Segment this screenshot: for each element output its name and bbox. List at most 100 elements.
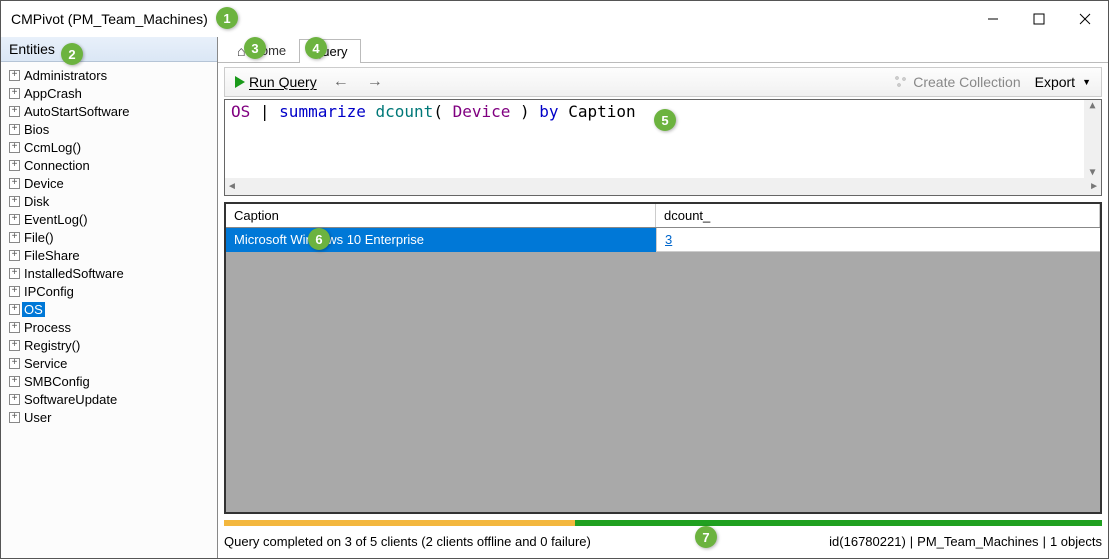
tree-item[interactable]: +Device — [5, 174, 217, 192]
tab-home[interactable]: ⌂ Home — [224, 38, 299, 62]
token-sep: | — [250, 102, 279, 121]
tree-item-label: Device — [22, 176, 66, 191]
column-header-caption[interactable]: Caption — [226, 204, 656, 227]
expand-icon[interactable]: + — [9, 232, 20, 243]
tree-item[interactable]: +FileShare — [5, 246, 217, 264]
export-button[interactable]: Export ▼ — [1031, 72, 1095, 92]
expand-icon[interactable]: + — [9, 358, 20, 369]
tree-item[interactable]: +EventLog() — [5, 210, 217, 228]
status-message: Query completed on 3 of 5 clients (2 cli… — [224, 534, 829, 549]
tree-item[interactable]: +File() — [5, 228, 217, 246]
minimize-button[interactable] — [970, 1, 1016, 37]
cell-dcount-link[interactable]: 3 — [656, 228, 1100, 252]
tree-item[interactable]: +InstalledSoftware — [5, 264, 217, 282]
expand-icon[interactable]: + — [9, 178, 20, 189]
tree-item-label: Process — [22, 320, 73, 335]
tree-item[interactable]: +AppCrash — [5, 84, 217, 102]
create-collection-button[interactable]: Create Collection — [889, 72, 1024, 92]
tab-query[interactable]: Query — [299, 39, 360, 63]
nav-forward-button[interactable]: → — [361, 73, 389, 91]
token-entity: OS — [231, 102, 250, 121]
column-header-dcount[interactable]: dcount_ — [656, 204, 1100, 227]
entities-tree[interactable]: +Administrators+AppCrash+AutoStartSoftwa… — [1, 62, 217, 558]
entities-header: Entities — [1, 37, 217, 62]
tree-item[interactable]: +Disk — [5, 192, 217, 210]
editor-scrollbar-vertical[interactable]: ▲▼ — [1084, 100, 1101, 178]
nav-back-button[interactable]: ← — [327, 73, 355, 91]
tab-query-label: Query — [312, 44, 347, 59]
expand-icon[interactable]: + — [9, 286, 20, 297]
tree-item-label: OS — [22, 302, 45, 317]
tab-home-label: Home — [251, 43, 286, 58]
tree-item-label: AutoStartSoftware — [22, 104, 132, 119]
expand-icon[interactable]: + — [9, 106, 20, 117]
collection-icon — [893, 74, 909, 90]
tree-item-label: InstalledSoftware — [22, 266, 126, 281]
expand-icon[interactable]: + — [9, 88, 20, 99]
expand-icon[interactable]: + — [9, 214, 20, 225]
status-sep: | — [910, 534, 913, 549]
toolbar: Run Query ← → Create Collection Export ▼ — [224, 67, 1102, 97]
tree-item[interactable]: +User — [5, 408, 217, 426]
results-header-row: Caption dcount_ — [226, 204, 1100, 228]
results-grid: Caption dcount_ Microsoft Windows 10 Ent… — [224, 202, 1102, 514]
token-device: Device — [453, 102, 511, 121]
progress-offline-segment — [224, 520, 575, 526]
expand-icon[interactable]: + — [9, 160, 20, 171]
tree-item[interactable]: +SoftwareUpdate — [5, 390, 217, 408]
maximize-button[interactable] — [1016, 1, 1062, 37]
close-button[interactable] — [1062, 1, 1108, 37]
table-row[interactable]: Microsoft Windows 10 Enterprise 3 — [226, 228, 1100, 252]
expand-icon[interactable]: + — [9, 340, 20, 351]
status-sep: | — [1043, 534, 1046, 549]
tree-item[interactable]: +CcmLog() — [5, 138, 217, 156]
app-window: CMPivot (PM_Team_Machines) Entities +Adm… — [0, 0, 1109, 559]
query-editor[interactable]: OS | summarize dcount( Device ) by Capti… — [225, 100, 1101, 178]
editor-scrollbar-horizontal[interactable]: ◄► — [225, 178, 1101, 195]
tree-item-label: Bios — [22, 122, 51, 137]
tree-item-label: Administrators — [22, 68, 109, 83]
tab-bar: ⌂ Home Query — [218, 37, 1108, 63]
tree-item-label: Service — [22, 356, 69, 371]
cell-caption: Microsoft Windows 10 Enterprise — [226, 228, 656, 252]
scroll-right-icon: ► — [1089, 181, 1099, 192]
titlebar: CMPivot (PM_Team_Machines) — [1, 1, 1108, 37]
tree-item[interactable]: +Bios — [5, 120, 217, 138]
tree-item-label: Registry() — [22, 338, 82, 353]
tree-item[interactable]: +Registry() — [5, 336, 217, 354]
expand-icon[interactable]: + — [9, 124, 20, 135]
tree-item[interactable]: +AutoStartSoftware — [5, 102, 217, 120]
run-query-button[interactable]: Run Query — [231, 72, 321, 92]
expand-icon[interactable]: + — [9, 250, 20, 261]
expand-icon[interactable]: + — [9, 304, 20, 315]
tree-item[interactable]: +IPConfig — [5, 282, 217, 300]
tree-item-label: FileShare — [22, 248, 82, 263]
tree-item[interactable]: +SMBConfig — [5, 372, 217, 390]
expand-icon[interactable]: + — [9, 322, 20, 333]
tree-item[interactable]: +Process — [5, 318, 217, 336]
tree-item[interactable]: +OS — [5, 300, 217, 318]
tree-item[interactable]: +Service — [5, 354, 217, 372]
tree-item-label: Connection — [22, 158, 92, 173]
tree-item[interactable]: +Connection — [5, 156, 217, 174]
token-dcount: dcount — [376, 102, 434, 121]
results-empty-area — [226, 252, 1100, 512]
token-caption: Caption — [568, 102, 635, 121]
expand-icon[interactable]: + — [9, 376, 20, 387]
entities-panel: Entities +Administrators+AppCrash+AutoSt… — [1, 37, 218, 558]
tree-item[interactable]: +Administrators — [5, 66, 217, 84]
progress-bar — [224, 520, 1102, 526]
scroll-left-icon: ◄ — [227, 181, 237, 192]
expand-icon[interactable]: + — [9, 142, 20, 153]
tree-item-label: SoftwareUpdate — [22, 392, 119, 407]
expand-icon[interactable]: + — [9, 394, 20, 405]
tree-item-label: IPConfig — [22, 284, 76, 299]
status-id: id(16780221) — [829, 534, 906, 549]
status-bar: Query completed on 3 of 5 clients (2 cli… — [224, 528, 1102, 554]
expand-icon[interactable]: + — [9, 196, 20, 207]
tree-item-label: File() — [22, 230, 56, 245]
expand-icon[interactable]: + — [9, 268, 20, 279]
expand-icon[interactable]: + — [9, 70, 20, 81]
expand-icon[interactable]: + — [9, 412, 20, 423]
token-by: by — [539, 102, 558, 121]
